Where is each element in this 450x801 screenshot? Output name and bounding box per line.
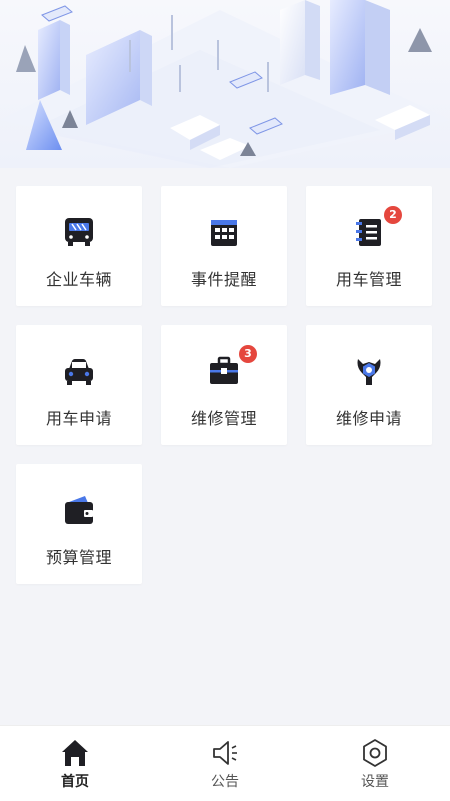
notification-badge: 2 (384, 206, 402, 224)
tile-company-vehicles[interactable]: 企业车辆 (16, 186, 142, 306)
city-illustration (0, 0, 450, 168)
settings-icon (363, 739, 387, 767)
tab-settings[interactable]: 设置 (300, 726, 450, 801)
notebook-icon (356, 219, 381, 246)
bus-icon (65, 218, 93, 246)
megaphone-icon (213, 741, 237, 765)
wrench-icon (357, 359, 381, 385)
home-icon (62, 740, 88, 766)
tab-label: 首页 (61, 774, 89, 790)
tile-label: 用车申请 (45, 409, 112, 428)
tile-label: 维修管理 (190, 409, 257, 428)
tile-budget-management[interactable]: 预算管理 (16, 464, 142, 584)
tile-label: 企业车辆 (45, 270, 112, 289)
tile-vehicle-request[interactable]: 用车申请 (16, 325, 142, 445)
tile-event-reminder[interactable]: 事件提醒 (161, 186, 287, 306)
tab-home[interactable]: 首页 (0, 726, 150, 801)
wallet-icon (65, 496, 93, 524)
tile-label: 事件提醒 (190, 270, 257, 289)
tile-label: 预算管理 (45, 548, 112, 567)
tile-maintenance-request[interactable]: 维修申请 (306, 325, 432, 445)
calendar-icon (211, 220, 237, 246)
tile-label: 维修申请 (335, 409, 402, 428)
notification-badge: 3 (239, 345, 257, 363)
tile-vehicle-use-management[interactable]: 2 用车管理 (306, 186, 432, 306)
bottom-tab-bar: 首页 公告 设置 (0, 725, 450, 801)
banner-illustration (0, 0, 450, 168)
tab-label: 设置 (361, 774, 389, 790)
tile-label: 用车管理 (335, 270, 402, 289)
tab-label: 公告 (211, 774, 239, 790)
car-icon (65, 359, 93, 385)
tile-maintenance-management[interactable]: 3 维修管理 (161, 325, 287, 445)
tab-announcements[interactable]: 公告 (150, 726, 300, 801)
toolbox-icon (210, 356, 238, 384)
